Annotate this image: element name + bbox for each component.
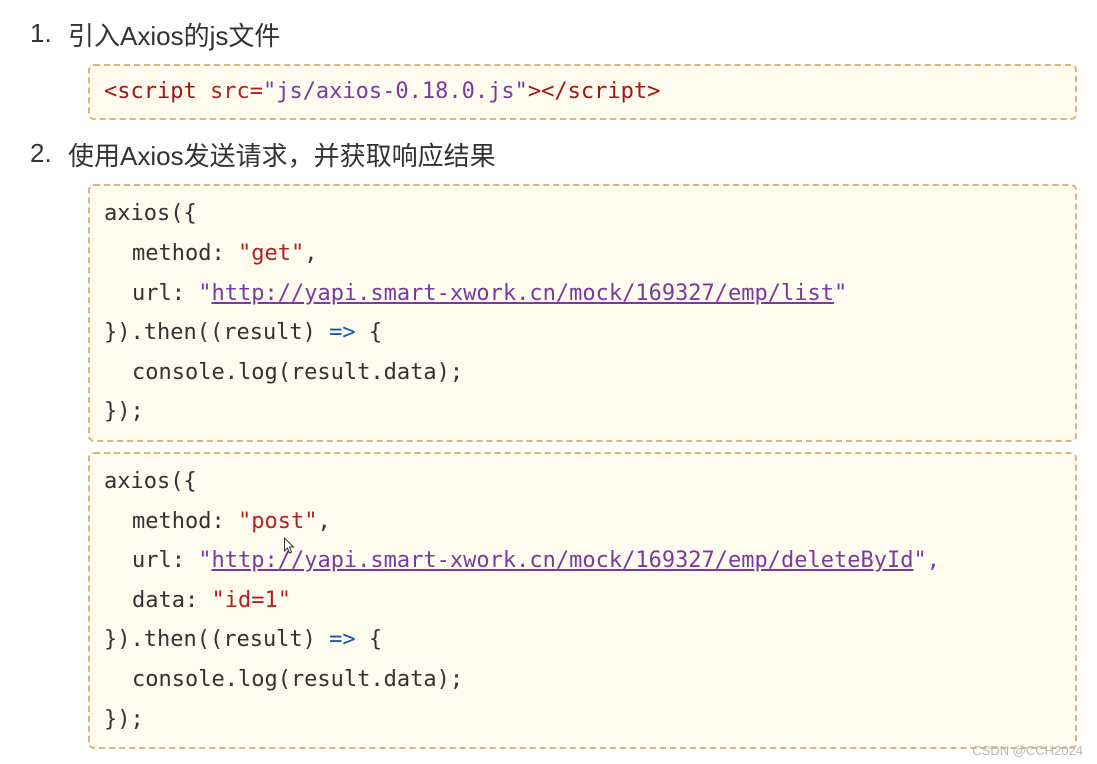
token-attr: src= <box>210 79 263 104</box>
code-line: axios({ <box>104 462 1061 502</box>
cursor-icon <box>283 537 296 555</box>
url-link[interactable]: http://yapi.smart-xwork.cn/mock/169327/e… <box>211 548 913 573</box>
watermark: CSDN @CCH2024 <box>972 743 1083 758</box>
code-block-get: axios({ method: "get", url: "http://yapi… <box>88 184 1077 442</box>
code-line: }); <box>104 700 1061 740</box>
code-line: url: "http://yapi.smart-xwork.cn/mock/16… <box>104 541 1061 581</box>
list-item-2: 2. 使用Axios发送请求，并获取响应结果 <box>20 138 1077 174</box>
list-item-1: 1. 引入Axios的js文件 <box>20 18 1077 54</box>
token-tag: <script <box>104 79 210 104</box>
code-line: method: "get", <box>104 234 1061 274</box>
list-title: 引入Axios的js文件 <box>68 18 280 54</box>
token-string: "js/axios-0.18.0.js" <box>263 79 528 104</box>
code-block-script: <script src="js/axios-0.18.0.js"></scrip… <box>88 64 1077 120</box>
code-line: <script src="js/axios-0.18.0.js"></scrip… <box>104 72 1061 112</box>
url-link[interactable]: http://yapi.smart-xwork.cn/mock/169327/e… <box>211 281 834 306</box>
code-line: }); <box>104 392 1061 432</box>
code-line: url: "http://yapi.smart-xwork.cn/mock/16… <box>104 274 1061 314</box>
list-title: 使用Axios发送请求，并获取响应结果 <box>68 138 496 174</box>
code-line: console.log(result.data); <box>104 353 1061 393</box>
code-line: console.log(result.data); <box>104 660 1061 700</box>
code-line: data: "id=1" <box>104 581 1061 621</box>
code-block-post: axios({ method: "post", url: "http://yap… <box>88 452 1077 749</box>
code-line: method: "post", <box>104 502 1061 542</box>
code-line: }).then((result) => { <box>104 313 1061 353</box>
token-tag: ></script> <box>528 79 660 104</box>
list-number: 1. <box>20 18 68 49</box>
code-line: }).then((result) => { <box>104 620 1061 660</box>
list-number: 2. <box>20 138 68 169</box>
code-line: axios({ <box>104 194 1061 234</box>
